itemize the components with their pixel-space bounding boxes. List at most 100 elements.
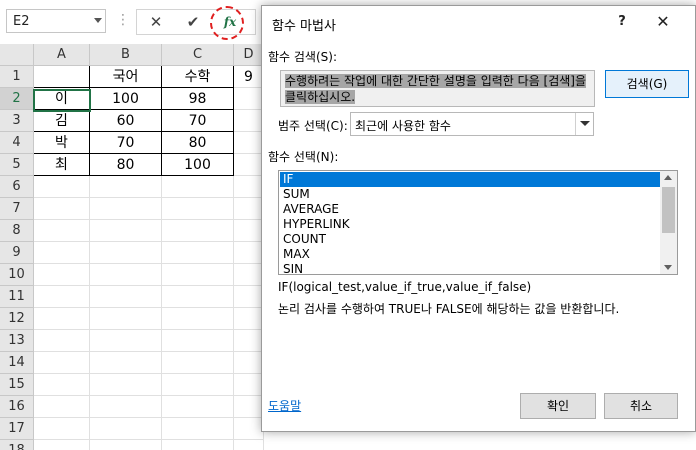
empty-cell[interactable] <box>162 440 234 450</box>
empty-cell[interactable] <box>90 198 162 220</box>
empty-cell[interactable] <box>34 220 90 242</box>
empty-cell[interactable] <box>34 308 90 330</box>
empty-cell[interactable] <box>234 352 264 374</box>
cell-a5[interactable]: 최 <box>34 154 90 176</box>
row-header[interactable]: 18 <box>0 440 34 450</box>
column-header-d[interactable]: D <box>234 44 264 66</box>
empty-cell[interactable] <box>234 374 264 396</box>
cell-a2[interactable]: 이 <box>34 88 90 110</box>
row-header[interactable]: 8 <box>0 220 34 242</box>
empty-cell[interactable] <box>90 220 162 242</box>
empty-cell[interactable] <box>234 242 264 264</box>
cell-a4[interactable]: 박 <box>34 132 90 154</box>
row-header[interactable]: 6 <box>0 176 34 198</box>
empty-cell[interactable] <box>162 308 234 330</box>
cell-c1[interactable]: 수학 <box>162 66 234 88</box>
empty-cell[interactable] <box>34 440 90 450</box>
column-header-a[interactable]: A <box>34 44 90 66</box>
empty-cell[interactable] <box>234 88 264 110</box>
list-item-sin[interactable]: SIN <box>280 262 662 274</box>
empty-cell[interactable] <box>234 220 264 242</box>
cancel-icon[interactable]: ✕ <box>145 12 167 32</box>
cell-b4[interactable]: 70 <box>90 132 162 154</box>
empty-cell[interactable] <box>162 176 234 198</box>
empty-cell[interactable] <box>162 198 234 220</box>
empty-cell[interactable] <box>34 198 90 220</box>
row-header[interactable]: 17 <box>0 418 34 440</box>
row-header[interactable]: 1 <box>0 66 34 88</box>
cell-b1[interactable]: 국어 <box>90 66 162 88</box>
scroll-up-icon[interactable] <box>664 175 672 180</box>
empty-cell[interactable] <box>162 352 234 374</box>
search-input[interactable]: 수행하려는 작업에 대한 간단한 설명을 입력한 다음 [검색]을 클릭하십시오… <box>280 70 595 107</box>
scroll-down-icon[interactable] <box>664 265 672 270</box>
empty-cell[interactable] <box>162 286 234 308</box>
list-item-max[interactable]: MAX <box>280 247 662 262</box>
empty-cell[interactable] <box>90 176 162 198</box>
enter-icon[interactable]: ✔ <box>182 12 204 32</box>
empty-cell[interactable] <box>90 242 162 264</box>
row-header[interactable]: 12 <box>0 308 34 330</box>
empty-cell[interactable] <box>34 286 90 308</box>
help-icon[interactable]: ? <box>612 12 632 32</box>
help-link[interactable]: 도움말 <box>268 397 301 414</box>
list-item-average[interactable]: AVERAGE <box>280 202 662 217</box>
empty-cell[interactable] <box>90 352 162 374</box>
cell-c3[interactable]: 70 <box>162 110 234 132</box>
row-header[interactable]: 2 <box>0 88 34 110</box>
row-header[interactable]: 3 <box>0 110 34 132</box>
empty-cell[interactable] <box>234 132 264 154</box>
search-button[interactable]: 검색(G) <box>605 70 689 98</box>
column-header-b[interactable]: B <box>90 44 162 66</box>
list-item-count[interactable]: COUNT <box>280 232 662 247</box>
category-dropdown-button[interactable] <box>575 113 593 135</box>
empty-cell[interactable] <box>90 396 162 418</box>
row-header[interactable]: 14 <box>0 352 34 374</box>
row-header[interactable]: 11 <box>0 286 34 308</box>
empty-cell[interactable] <box>90 308 162 330</box>
cell-d1[interactable]: 9 <box>234 66 264 88</box>
cell-b2[interactable]: 100 <box>90 88 162 110</box>
empty-cell[interactable] <box>234 198 264 220</box>
chevron-down-icon[interactable] <box>94 18 102 23</box>
empty-cell[interactable] <box>234 440 264 450</box>
row-header[interactable]: 13 <box>0 330 34 352</box>
close-icon[interactable]: ✕ <box>652 12 674 32</box>
function-list[interactable]: IF SUM AVERAGE HYPERLINK COUNT MAX SIN <box>278 170 678 275</box>
row-header[interactable]: 7 <box>0 198 34 220</box>
empty-cell[interactable] <box>234 396 264 418</box>
empty-cell[interactable] <box>34 242 90 264</box>
empty-cell[interactable] <box>162 396 234 418</box>
empty-cell[interactable] <box>234 330 264 352</box>
list-scrollbar[interactable] <box>660 171 677 274</box>
row-header[interactable]: 5 <box>0 154 34 176</box>
row-header[interactable]: 15 <box>0 374 34 396</box>
row-header[interactable]: 4 <box>0 132 34 154</box>
empty-cell[interactable] <box>162 374 234 396</box>
empty-cell[interactable] <box>90 418 162 440</box>
category-select[interactable]: 최근에 사용한 함수 <box>350 112 594 136</box>
empty-cell[interactable] <box>234 176 264 198</box>
empty-cell[interactable] <box>234 110 264 132</box>
scroll-thumb[interactable] <box>662 187 675 233</box>
cell-b3[interactable]: 60 <box>90 110 162 132</box>
empty-cell[interactable] <box>234 418 264 440</box>
empty-cell[interactable] <box>34 418 90 440</box>
cell-c5[interactable]: 100 <box>162 154 234 176</box>
empty-cell[interactable] <box>234 286 264 308</box>
row-header[interactable]: 10 <box>0 264 34 286</box>
row-header[interactable]: 16 <box>0 396 34 418</box>
empty-cell[interactable] <box>90 330 162 352</box>
cell-a1[interactable] <box>34 66 90 88</box>
name-box[interactable]: E2 <box>6 9 106 33</box>
empty-cell[interactable] <box>34 176 90 198</box>
column-header-c[interactable]: C <box>162 44 234 66</box>
cell-c4[interactable]: 80 <box>162 132 234 154</box>
empty-cell[interactable] <box>90 374 162 396</box>
cell-c2[interactable]: 98 <box>162 88 234 110</box>
list-item-sum[interactable]: SUM <box>280 187 662 202</box>
empty-cell[interactable] <box>162 418 234 440</box>
empty-cell[interactable] <box>90 440 162 450</box>
select-all-corner[interactable] <box>0 44 34 66</box>
empty-cell[interactable] <box>34 352 90 374</box>
